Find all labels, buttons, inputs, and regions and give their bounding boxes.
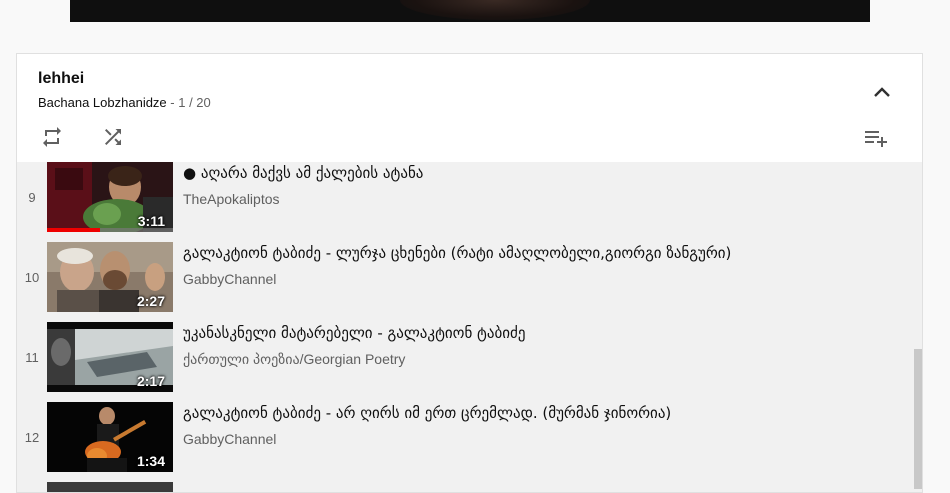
shuffle-playlist-button[interactable] [99,123,127,151]
item-duration: 3:11 [137,213,165,229]
playlist-header: lehhei Bachana Lobzhanidze - 1 / 20 [17,54,922,162]
playlist-owner[interactable]: Bachana Lobzhanidze [38,95,167,110]
playlist-panel: lehhei Bachana Lobzhanidze - 1 / 20 9 3:… [16,53,923,493]
item-thumbnail[interactable]: 3:11 [47,162,173,232]
item-index: 11 [25,350,39,365]
collapse-playlist-button[interactable] [868,78,896,106]
item-channel: GabbyChannel [183,431,277,447]
playlist-item-partial[interactable] [17,482,912,492]
item-channel: TheApokaliptos [183,191,280,207]
item-thumbnail[interactable]: 1:34 [47,402,173,472]
playlist-item-12[interactable]: 12 1:34 გალაკტიონ ტაბიძე - არ ღირს იმ ერ… [17,402,912,482]
item-title[interactable]: გალაკტიონ ტაბიძე - არ ღირს იმ ერთ ცრემლა… [183,404,671,422]
item-index: 10 [24,270,40,285]
item-duration: 2:17 [136,373,165,389]
playlist-item-9[interactable]: 9 3:11 ● აღარა მაქვს ამ ქალების ატანა Th… [17,162,912,242]
playlist-position: 1 / 20 [178,95,211,110]
playlist-items: 9 3:11 ● აღარა მაქვს ამ ქალების ატანა Th… [17,162,912,492]
playlist-add-icon [865,131,887,147]
shuffle-icon [105,129,121,145]
video-player-bottom-edge[interactable] [70,0,870,22]
item-thumbnail[interactable]: 2:17 [47,322,173,392]
playlist-item-11[interactable]: 11 2:17 უკანასკნელი მატარებელი - გალაკტი… [17,322,912,402]
playlist-title[interactable]: lehhei [38,70,84,88]
item-thumbnail[interactable]: 2:27 [47,242,173,312]
playlist-scrollbar-thumb[interactable] [914,349,922,489]
item-duration: 2:27 [136,293,165,309]
item-thumbnail[interactable] [47,482,173,492]
video-frame-glow [400,0,590,20]
loop-playlist-button[interactable] [38,123,66,151]
item-title[interactable]: უკანასკნელი მატარებელი - გალაკტიონ ტაბიძ… [183,324,525,342]
item-channel: ქართული პოეზია/Georgian Poetry [183,351,406,367]
repeat-icon [43,127,61,147]
watch-progress-bar [47,228,100,232]
item-title[interactable]: ● აღარა მაქვს ამ ქალების ატანა [183,164,423,182]
playlist-separator: - [166,95,179,110]
item-channel: GabbyChannel [183,271,277,287]
item-title[interactable]: გალაკტიონ ტაბიძე - ლურჯა ცხენები (რატი ა… [183,244,731,262]
save-playlist-button[interactable] [862,124,890,152]
item-index: 12 [24,430,40,445]
item-index: 9 [28,190,36,205]
playlist-subtitle: Bachana Lobzhanidze - 1 / 20 [38,95,211,110]
playlist-item-10[interactable]: 10 2:27 გალაკტიონ ტაბიძე - ლურჯა ცხენები… [17,242,912,322]
item-duration: 1:34 [136,453,165,469]
chevron-up-icon [874,87,890,97]
